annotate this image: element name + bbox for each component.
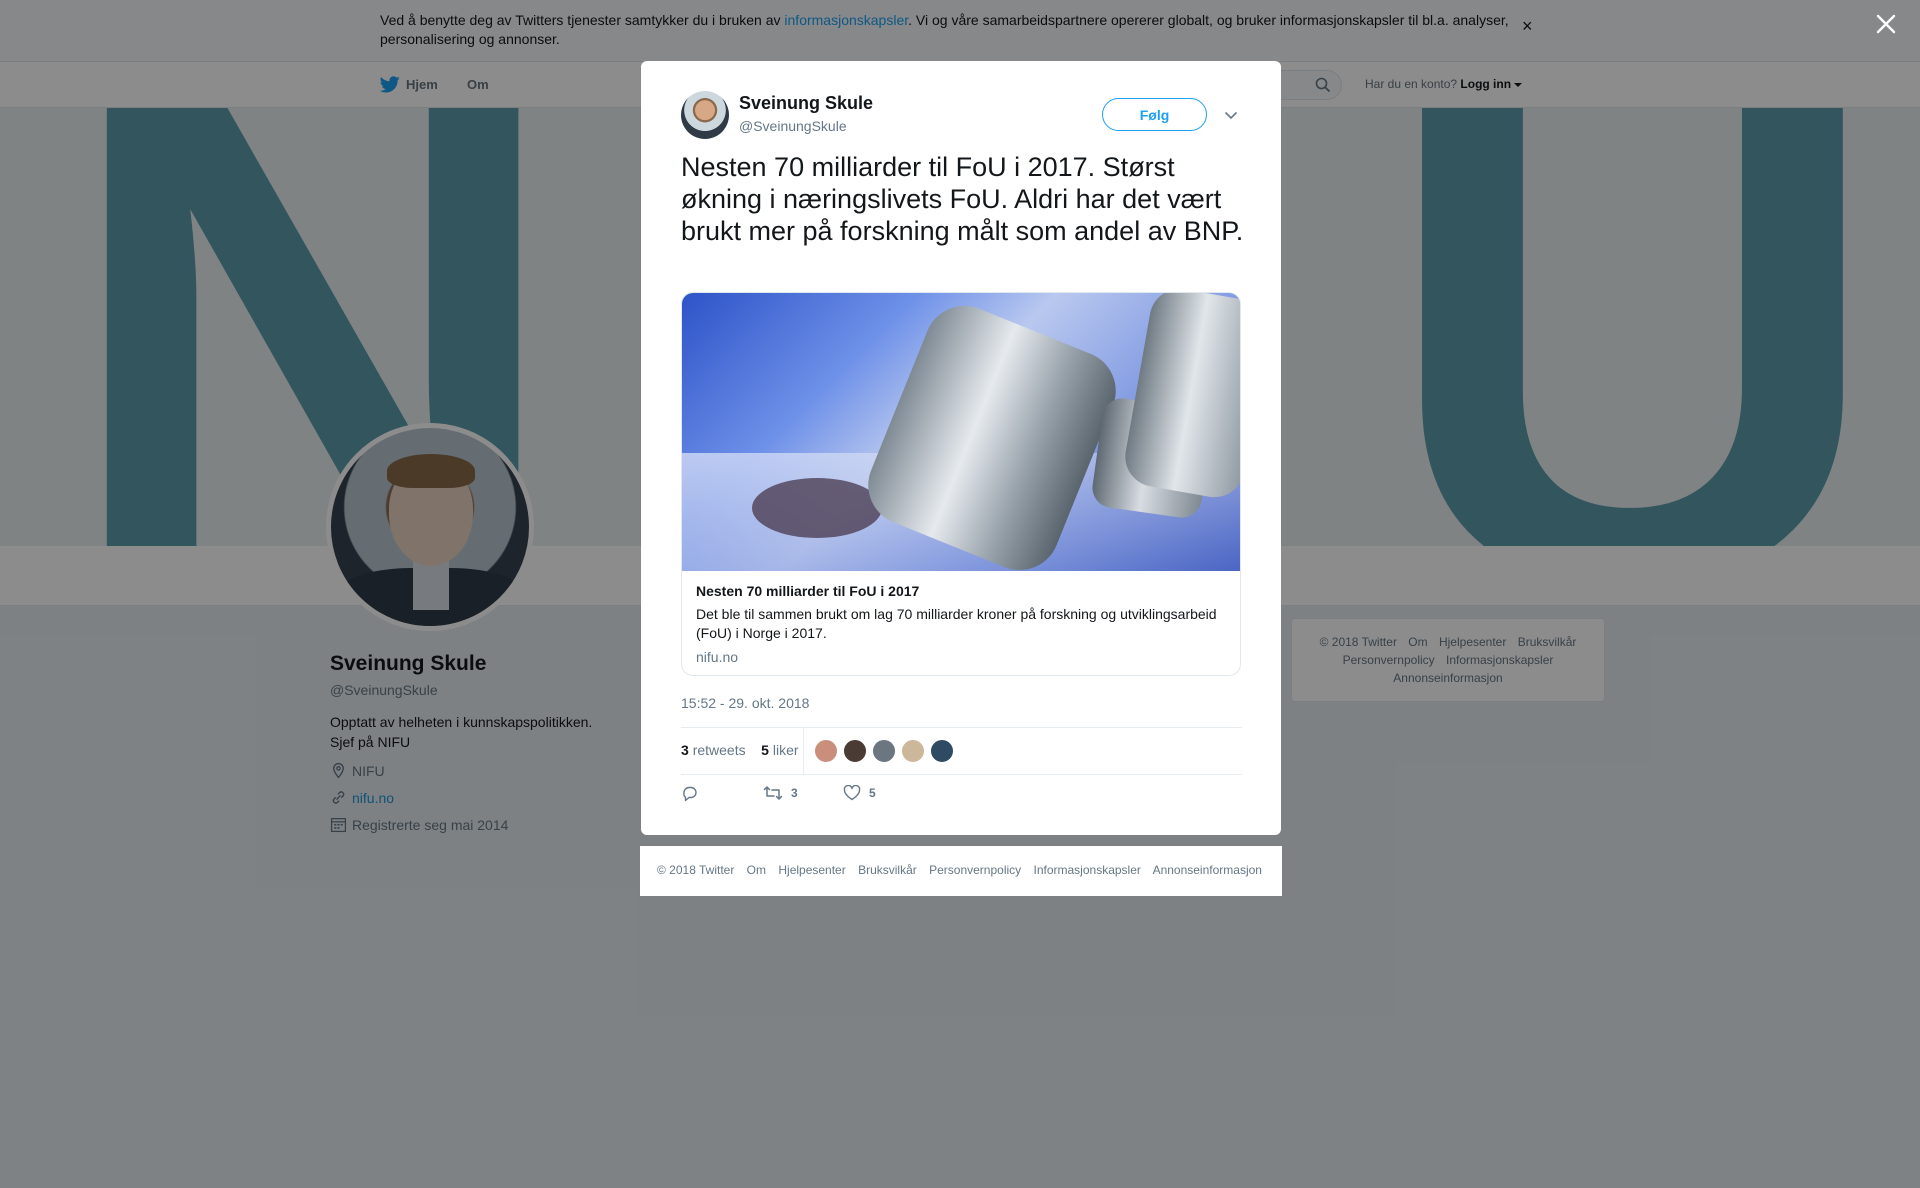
retweet-count: 3 xyxy=(791,786,798,800)
chevron-down-icon xyxy=(1224,111,1238,119)
stat-counts: 3 retweets 5 liker xyxy=(681,742,799,758)
like-button[interactable]: 5 xyxy=(843,785,876,801)
liker-avatar[interactable] xyxy=(930,739,954,763)
card-title: Nesten 70 milliarder til FoU i 2017 xyxy=(696,583,920,599)
card-info: Nesten 70 milliarder til FoU i 2017 Det … xyxy=(682,571,1240,675)
tweet-timestamp[interactable]: 15:52 - 29. okt. 2018 xyxy=(681,695,809,711)
author-name[interactable]: Sveinung Skule xyxy=(739,93,873,114)
liker-avatars xyxy=(814,739,988,763)
modal-footer: © 2018 Twitter Om Hjelpesenter Bruksvilk… xyxy=(640,846,1282,896)
footer-link[interactable]: Personvernpolicy xyxy=(929,863,1021,877)
reply-button[interactable] xyxy=(681,785,699,803)
footer-link[interactable]: Bruksvilkår xyxy=(858,863,917,877)
tweet-text: Nesten 70 milliarder til FoU i 2017. Stø… xyxy=(681,152,1244,246)
close-icon[interactable] xyxy=(1874,12,1898,36)
footer-link[interactable]: Annonseinformasjon xyxy=(1153,863,1262,877)
footer-link: © 2018 Twitter xyxy=(657,863,735,877)
follow-button[interactable]: Følg xyxy=(1102,98,1207,131)
footer-link[interactable]: Informasjonskapsler xyxy=(1034,863,1141,877)
liker-avatar[interactable] xyxy=(901,739,925,763)
liker-avatar[interactable] xyxy=(814,739,838,763)
like-count: 5 xyxy=(869,786,876,800)
liker-avatar[interactable] xyxy=(959,739,983,763)
heart-icon xyxy=(843,785,861,801)
retweet-button[interactable]: 3 xyxy=(763,785,798,801)
card-description: Det ble til sammen brukt om lag 70 milli… xyxy=(696,606,1217,641)
footer-link[interactable]: Om xyxy=(747,863,766,877)
tweet-header: Sveinung Skule @SveinungSkule Følg xyxy=(681,91,1241,141)
likes-stat[interactable]: 5 liker xyxy=(761,742,798,758)
liker-avatar[interactable] xyxy=(872,739,896,763)
card-image[interactable] xyxy=(682,293,1240,571)
link-preview-card[interactable]: Nesten 70 milliarder til FoU i 2017 Det … xyxy=(681,292,1241,676)
card-domain: nifu.no xyxy=(696,649,739,665)
tweet-options-button[interactable] xyxy=(1219,103,1243,127)
reply-icon xyxy=(683,786,697,802)
author-avatar[interactable] xyxy=(681,91,729,139)
footer-link[interactable]: Hjelpesenter xyxy=(778,863,845,877)
tweet-stats: 3 retweets 5 liker xyxy=(681,727,1242,775)
author-handle[interactable]: @SveinungSkule xyxy=(739,118,873,134)
tweet-author[interactable]: Sveinung Skule @SveinungSkule xyxy=(739,93,873,134)
liker-avatar[interactable] xyxy=(843,739,867,763)
tweet-actions: 3 5 xyxy=(681,785,1241,815)
tweet-modal: Sveinung Skule @SveinungSkule Følg Neste… xyxy=(641,61,1281,835)
retweet-icon xyxy=(763,786,783,800)
retweets-stat[interactable]: 3 retweets xyxy=(681,742,746,758)
